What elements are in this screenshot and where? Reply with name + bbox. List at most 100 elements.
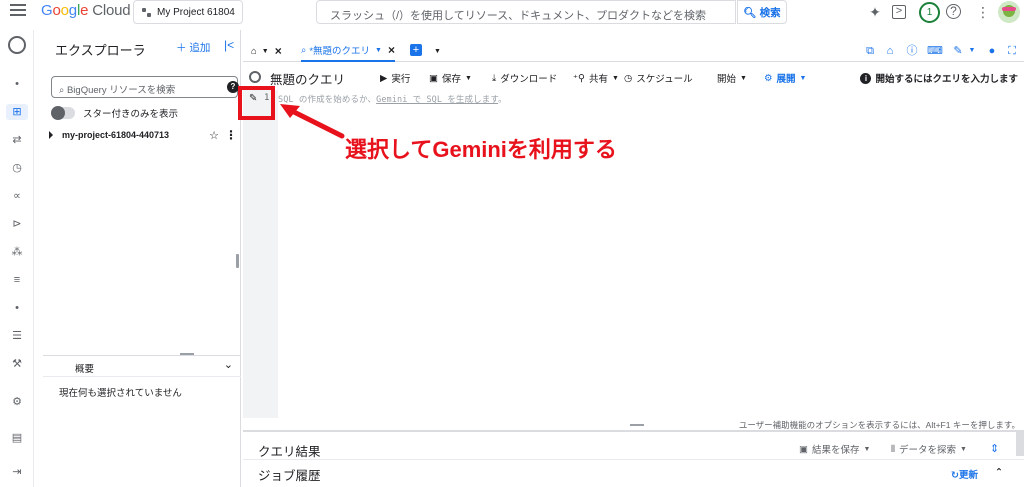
studio-icon[interactable]: ⊞: [6, 104, 28, 120]
project-picker-button[interactable]: My Project 61804: [133, 0, 243, 24]
download-button[interactable]: ⤓ ダウンロード: [492, 71, 558, 86]
download-icon: ⤓: [492, 72, 497, 84]
results-title: クエリ結果: [258, 445, 321, 459]
history-title: ジョブ履歴: [258, 469, 321, 483]
notification-badge[interactable]: 1: [919, 2, 940, 23]
cloud-shell-icon[interactable]: >: [892, 5, 906, 19]
job-history-section: ジョブ履歴 ↻更新 ⌃: [243, 460, 1024, 487]
expand-arrow-icon[interactable]: [49, 131, 53, 139]
pipeline-icon[interactable]: ⊳: [9, 216, 25, 232]
transfer-icon[interactable]: ⇄: [9, 132, 25, 148]
start-button[interactable]: 開始 ▼: [717, 71, 747, 85]
home-icon[interactable]: ⌂: [883, 44, 897, 58]
more-vert-icon[interactable]: ⋮: [225, 128, 237, 142]
tab-label: *無題のクエリ: [309, 46, 371, 57]
star-icon[interactable]: ☆: [209, 129, 219, 142]
share-screen-icon[interactable]: ⧉: [863, 44, 877, 58]
analytics-icon[interactable]: ∝: [9, 188, 25, 204]
help-icon[interactable]: ?: [946, 4, 961, 19]
query-tab-icon: ⌕: [301, 44, 307, 56]
panel-resize-handle[interactable]: [236, 254, 239, 268]
starred-only-toggle[interactable]: スター付きのみを表示: [51, 106, 178, 120]
download-label: ダウンロード: [500, 74, 558, 85]
scrollbar[interactable]: [1016, 432, 1024, 456]
gemini-sparkle-icon[interactable]: ✦: [866, 3, 884, 21]
editor-gutter: ✎ 1: [243, 90, 278, 418]
project-tree-row[interactable]: my-project-61804-440713 ☆ ⋮: [49, 128, 237, 142]
fullscreen-icon[interactable]: ⛶: [1005, 44, 1019, 58]
annotation-highlight-box: [238, 86, 275, 120]
query-hint-text: 開始するにはクエリを入力します: [875, 74, 1018, 85]
add-button-label: 追加: [189, 42, 211, 54]
results-divider[interactable]: [243, 424, 1024, 432]
refresh-icon: ↻: [951, 470, 959, 481]
run-button[interactable]: ▶ 実行: [380, 71, 410, 86]
logo-letter: o: [60, 2, 69, 19]
explorer-search-input[interactable]: ⌕ BigQuery リソースを検索 ?: [51, 76, 239, 98]
chevron-down-icon[interactable]: ⌄: [224, 358, 233, 371]
deploy-button[interactable]: ⚙ 展開 ▼: [764, 71, 807, 86]
query-title: 無題のクエリ: [270, 73, 346, 87]
save-icon: ▣: [799, 443, 808, 455]
search-button-label: 検索: [759, 6, 781, 19]
explore-data-button[interactable]: ⫴ データを探索 ▼: [891, 442, 967, 457]
edit-icon[interactable]: ✎: [951, 44, 965, 58]
detail-panel-header[interactable]: 概要 ⌄: [43, 355, 241, 377]
toggle-switch[interactable]: [51, 106, 75, 120]
global-search-input[interactable]: スラッシュ（/）を使用してリソース、ドキュメント、プロダクトなどを検索: [316, 0, 736, 24]
logo-cloud: Cloud: [92, 2, 131, 19]
share-button[interactable]: ⁺⚲ 共有 ▼: [573, 71, 619, 86]
project-id[interactable]: my-project-61804-440713: [62, 130, 169, 140]
caret-icon: ▼: [799, 74, 807, 82]
share-label: 共有: [588, 74, 608, 85]
query-toolbar: 無題のクエリ ▶ 実行 ▣ 保存 ▼ ⤓ ダウンロード ⁺⚲ 共有 ▼ ◷ スケジュール 開始…: [243, 66, 1024, 88]
main-menu-icon[interactable]: [10, 4, 26, 18]
wrench-icon[interactable]: ⚒: [9, 356, 25, 372]
more-vert-icon[interactable]: ⋮: [974, 3, 992, 21]
info-icon[interactable]: ⓘ: [905, 44, 919, 58]
left-rail: • ⊞ ⇄ ◷ ∝ ⊳ ⁂ ≡ • ☰ ⚒ ⚙ ▤ ⇥: [0, 30, 34, 487]
chevron-up-icon[interactable]: ⌃: [995, 467, 1003, 478]
keyboard-icon[interactable]: ⌨: [927, 44, 943, 58]
expand-collapse-icon[interactable]: ⇕: [990, 442, 999, 455]
close-icon[interactable]: ×: [275, 44, 282, 58]
save-label: 保存: [441, 74, 461, 85]
detail-title: 概要: [75, 364, 95, 375]
list-icon[interactable]: ☰: [9, 328, 25, 344]
refresh-label: 更新: [958, 470, 978, 481]
resize-handle[interactable]: [630, 424, 644, 426]
caret-icon: ▼: [465, 74, 472, 82]
expand-rail-icon[interactable]: ⇥: [9, 464, 25, 480]
save-results-button[interactable]: ▣ 結果を保存 ▼: [799, 442, 870, 457]
refresh-button[interactable]: ↻更新: [951, 467, 978, 481]
schedule-button[interactable]: ◷ スケジュール: [624, 71, 693, 86]
add-button[interactable]: ＋ 追加: [176, 40, 210, 55]
settings-icon[interactable]: ⚙: [9, 394, 25, 410]
graph-icon[interactable]: ⁂: [9, 244, 25, 260]
search-button[interactable]: 🔍︎ 検索: [737, 0, 787, 24]
filter-icon[interactable]: ≡: [9, 272, 25, 288]
google-cloud-logo[interactable]: Google Cloud: [41, 2, 131, 19]
release-notes-icon[interactable]: ▤: [9, 430, 25, 446]
save-button[interactable]: ▣ 保存 ▼: [429, 71, 472, 86]
tip-icon[interactable]: ●: [985, 44, 999, 58]
caret-icon: ▼: [434, 47, 441, 55]
starred-only-label: スター付きのみを表示: [83, 109, 179, 120]
collapse-panel-icon[interactable]: |<: [224, 38, 234, 52]
schedule-icon[interactable]: ◷: [9, 160, 25, 176]
caret-icon: ▼: [261, 47, 269, 55]
caret-icon[interactable]: ▼: [965, 44, 979, 58]
close-icon[interactable]: ×: [388, 43, 395, 57]
gemini-generate-link[interactable]: Gemini で SQL を生成します: [376, 95, 498, 105]
caret-icon: ▼: [960, 445, 967, 453]
tab-home[interactable]: ⌂ ▼ ×: [251, 40, 282, 62]
logo-letter: G: [41, 2, 53, 19]
new-tab-button[interactable]: +: [410, 44, 422, 56]
avatar[interactable]: [998, 1, 1020, 23]
search-icon: ⌕: [59, 85, 65, 96]
tab-untitled-query[interactable]: ⌕ *無題のクエリ ▼ ×: [301, 40, 395, 62]
query-results-section: クエリ結果 ▣ 結果を保存 ▼ ⫴ データを探索 ▼ ⇕: [243, 434, 1024, 460]
new-tab-dropdown[interactable]: ▼: [429, 40, 441, 62]
project-icon: [142, 7, 151, 17]
bigquery-icon[interactable]: [8, 36, 26, 54]
